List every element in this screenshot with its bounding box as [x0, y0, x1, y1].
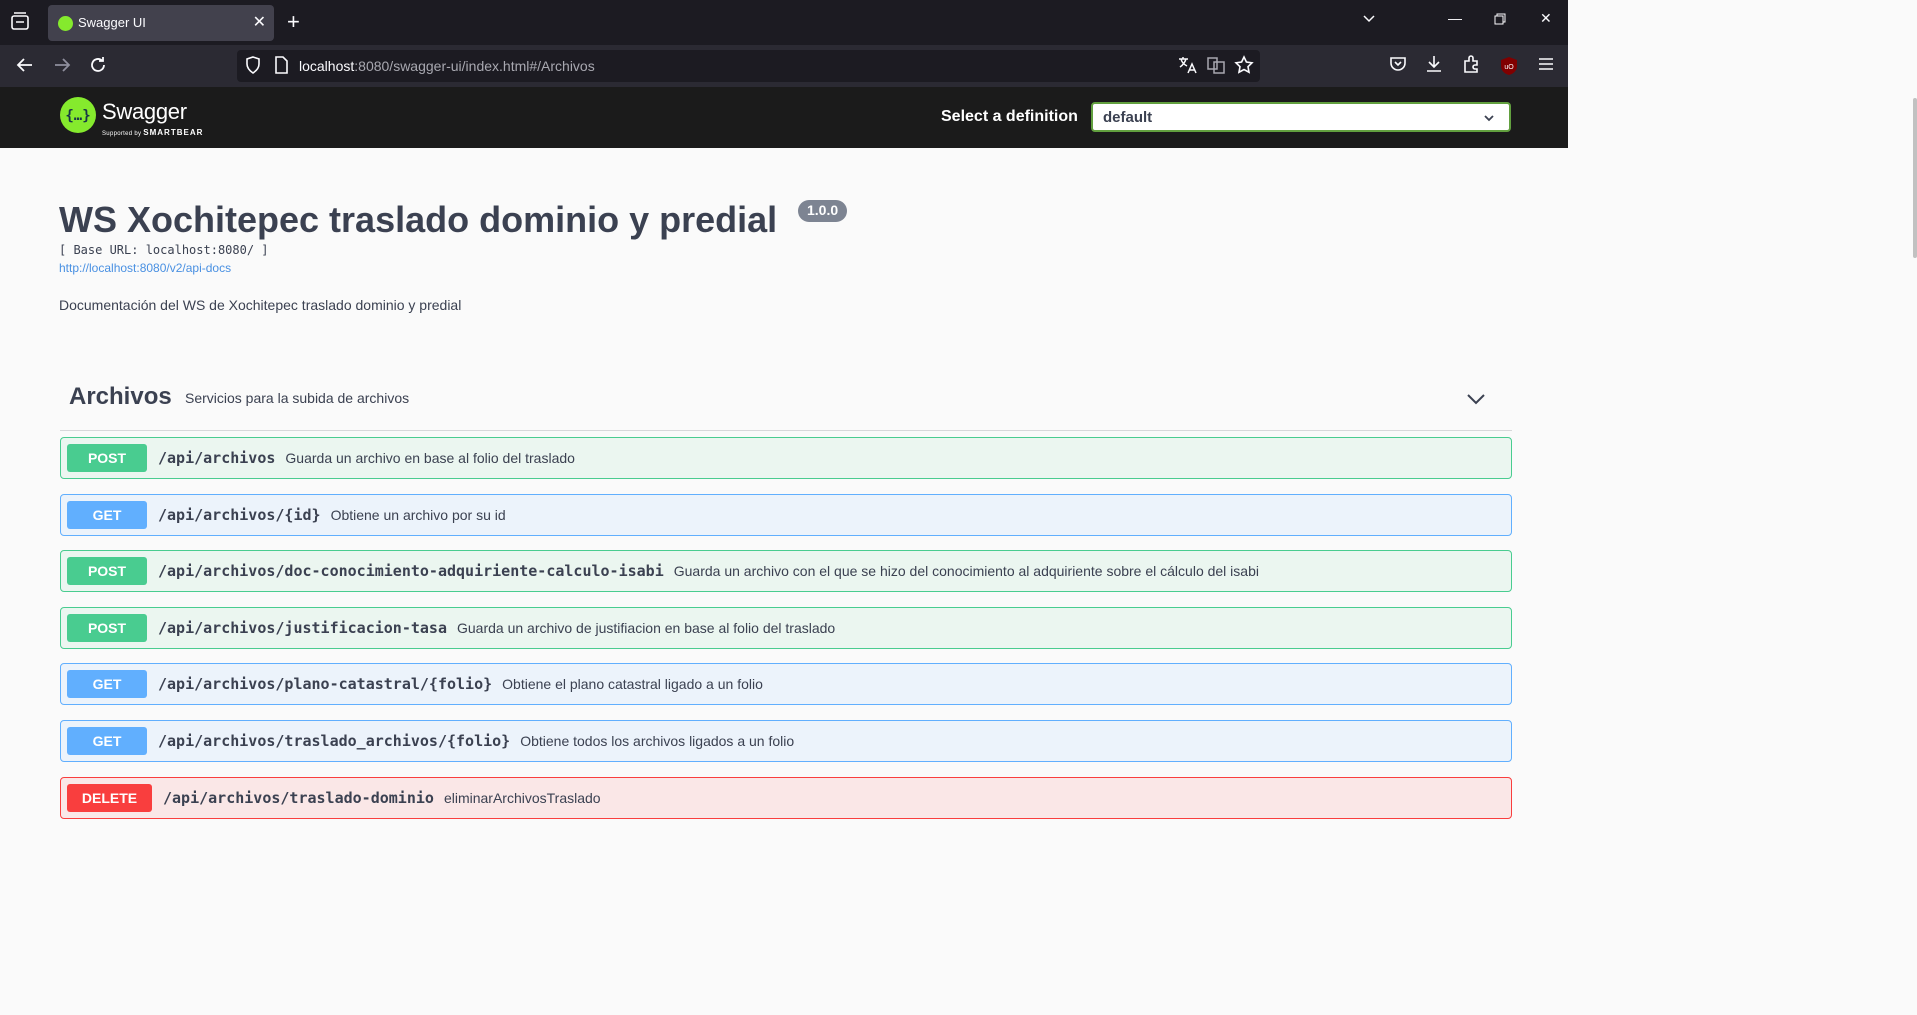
menu-icon[interactable]	[1536, 54, 1558, 76]
operation-path: /api/archivos/traslado_archivos/{folio} O…	[158, 732, 795, 750]
downloads-icon[interactable]	[1424, 54, 1446, 76]
ublock-icon[interactable]: uO	[1499, 56, 1521, 78]
extensions-icon[interactable]	[1461, 54, 1483, 76]
api-docs-link[interactable]: http://localhost:8080/v2/api-docs	[59, 261, 231, 275]
operation-path: /api/archivos/plano-catastral/{folio} Obt…	[158, 675, 763, 693]
browser-nav-bar: localhost:8080/swagger-ui/index.html#/Ar…	[0, 45, 1568, 87]
bookmark-star-icon[interactable]	[1234, 55, 1256, 77]
definition-select-value: default	[1103, 109, 1153, 126]
close-window-icon[interactable]: ✕	[1540, 10, 1552, 27]
forward-icon[interactable]	[51, 54, 73, 76]
swagger-topbar: {…} Swagger Supported by SMARTBEAR Selec…	[0, 87, 1568, 148]
tag-archivos-header[interactable]: Archivos Servicios para la subida de arc…	[60, 373, 1512, 431]
operation-summary: Obtiene un archivo por su id	[330, 507, 506, 523]
restore-window-icon[interactable]	[1494, 12, 1506, 28]
method-badge-get: GET	[67, 501, 147, 529]
url-text[interactable]: localhost:8080/swagger-ui/index.html#/Ar…	[299, 58, 595, 74]
page-scrollbar[interactable]	[1913, 98, 1917, 258]
definition-label: Select a definition	[941, 108, 1078, 125]
browser-tab[interactable]: Swagger UI ✕	[48, 5, 274, 41]
page-icon[interactable]	[271, 55, 293, 77]
method-badge-get: GET	[67, 727, 147, 755]
tab-title: Swagger UI	[78, 15, 146, 30]
operation-delete-traslado-dominio[interactable]: DELETE /api/archivos/traslado-dominio eli…	[60, 777, 1512, 819]
method-badge-post: POST	[67, 614, 147, 642]
operation-path: /api/archivos/doc-conocimiento-adquirien…	[158, 562, 1259, 580]
operation-summary: Guarda un archivo de justifiacion en bas…	[456, 620, 836, 636]
operation-post-archivos[interactable]: POST /api/archivos Guarda un archivo en b…	[60, 437, 1512, 479]
swagger-logo-icon[interactable]: {…}	[60, 97, 96, 133]
operation-summary: eliminarArchivosTraslado	[443, 790, 601, 806]
svg-text:{…}: {…}	[65, 108, 90, 124]
base-url: [ Base URL: localhost:8080/ ]	[59, 243, 269, 257]
operation-path: /api/archivos Guarda un archivo en base a…	[158, 449, 575, 467]
back-icon[interactable]	[14, 54, 36, 76]
operation-path: /api/archivos/{id} Obtiene un archivo por…	[158, 506, 506, 524]
method-badge-delete: DELETE	[67, 784, 152, 812]
method-badge-post: POST	[67, 557, 147, 585]
api-title: WS Xochitepec traslado dominio y predial	[59, 199, 778, 240]
version-badge: 1.0.0	[798, 200, 848, 222]
minimize-window-icon[interactable]: —	[1448, 10, 1462, 26]
shield-icon[interactable]	[243, 55, 265, 77]
operation-summary: Obtiene el plano catastral ligado a un f…	[502, 676, 763, 692]
operation-summary: Guarda un archivo en base al folio del t…	[285, 450, 575, 466]
svg-text:uO: uO	[1504, 64, 1514, 71]
definition-select[interactable]: default	[1091, 102, 1511, 132]
api-description: Documentación del WS de Xochitepec trasl…	[59, 297, 462, 313]
operation-path: /api/archivos/traslado-dominio eliminarAr…	[163, 789, 601, 807]
reload-icon[interactable]	[87, 54, 109, 76]
tag-description: Servicios para la subida de archivos	[185, 390, 410, 406]
operation-post-doc-conocimiento[interactable]: POST /api/archivos/doc-conocimiento-adqu…	[60, 550, 1512, 592]
swagger-logo-subtitle: Supported by SMARTBEAR	[102, 128, 204, 137]
operation-get-traslado-archivos[interactable]: GET /api/archivos/traslado_archivos/{fol…	[60, 720, 1512, 762]
operation-summary: Guarda un archivo con el que se hizo del…	[673, 563, 1259, 579]
method-badge-post: POST	[67, 444, 147, 472]
operation-get-archivo-by-id[interactable]: GET /api/archivos/{id} Obtiene un archivo…	[60, 494, 1512, 536]
reader-translate-icon[interactable]	[1206, 55, 1228, 77]
pocket-icon[interactable]	[1388, 54, 1410, 76]
operation-path: /api/archivos/justificacion-tasa Guarda u…	[158, 619, 836, 637]
chevron-down-icon	[1483, 111, 1495, 123]
browser-tab-bar: Swagger UI ✕ + — ✕	[0, 0, 1568, 45]
list-all-tabs-icon[interactable]	[1362, 12, 1376, 29]
translate-icon[interactable]	[1177, 55, 1199, 77]
url-bar[interactable]: localhost:8080/swagger-ui/index.html#/Ar…	[237, 50, 1260, 82]
operation-summary: Obtiene todos los archivos ligados a un …	[520, 733, 795, 749]
operation-get-plano-catastral[interactable]: GET /api/archivos/plano-catastral/{folio…	[60, 663, 1512, 705]
close-tab-icon[interactable]: ✕	[253, 14, 266, 32]
method-badge-get: GET	[67, 670, 147, 698]
tab-list-icon[interactable]	[8, 10, 32, 34]
new-tab-icon[interactable]: +	[287, 11, 300, 33]
swagger-logo-text[interactable]: Swagger	[102, 99, 187, 125]
tag-name[interactable]: Archivos	[69, 383, 172, 411]
chevron-down-icon[interactable]	[1466, 389, 1486, 409]
swagger-favicon-icon	[58, 16, 73, 31]
operation-post-justificacion-tasa[interactable]: POST /api/archivos/justificacion-tasa Gua…	[60, 607, 1512, 649]
